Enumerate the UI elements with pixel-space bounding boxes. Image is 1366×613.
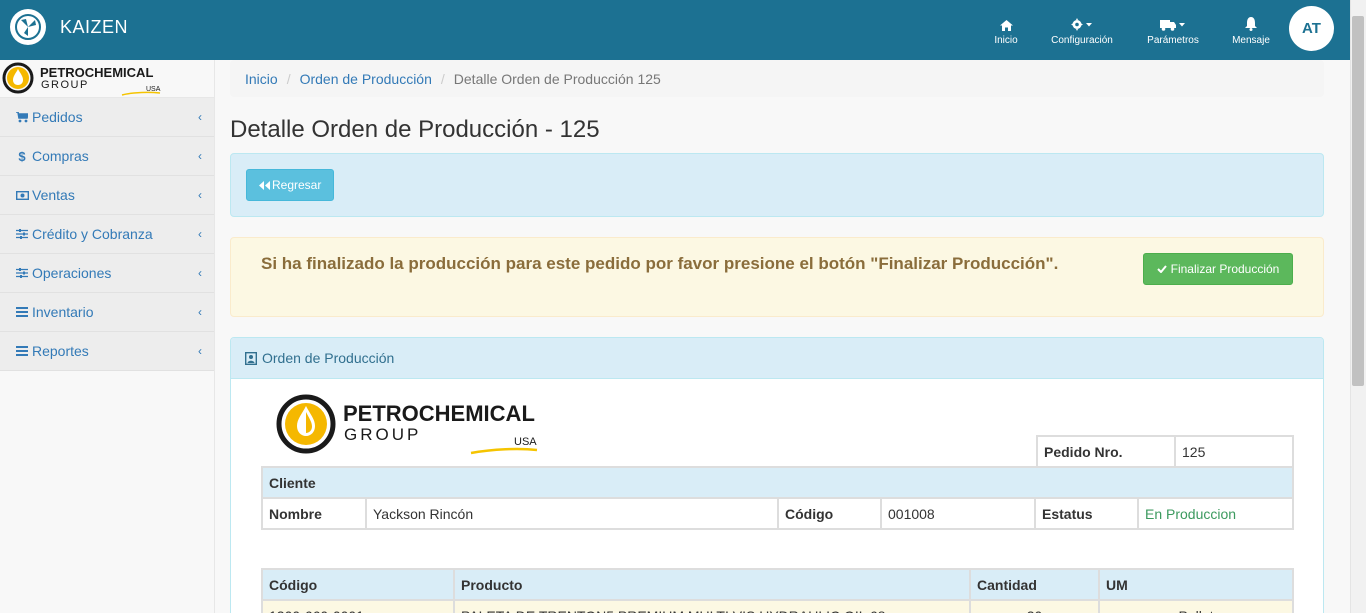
production-order-panel: Orden de Producción PETROCHEMICAL GROUP … bbox=[230, 337, 1324, 613]
column-header-um: UM bbox=[1098, 568, 1294, 601]
nav-inicio[interactable]: Inicio bbox=[988, 0, 1024, 60]
product-code-cell: 1200-660-0001 bbox=[261, 599, 455, 613]
finish-alert: Si ha finalizado la producción para este… bbox=[230, 237, 1324, 317]
sidebar-item-label: Crédito y Cobranza bbox=[32, 226, 153, 242]
client-section-row: Cliente bbox=[261, 466, 1294, 499]
company-logo-name: PETROCHEMICAL bbox=[343, 401, 535, 426]
page-title: Detalle Orden de Producción - 125 bbox=[230, 116, 600, 143]
sidebar-item-label: Compras bbox=[32, 148, 89, 164]
products-table: Código Producto Cantidad UM 1200-660-000… bbox=[261, 568, 1294, 613]
company-logo-region: USA bbox=[514, 436, 537, 448]
client-status-value: En Produccion bbox=[1137, 497, 1294, 530]
breadcrumb-current: Detalle Orden de Producción 125 bbox=[453, 70, 661, 87]
app-title: KAIZEN bbox=[60, 16, 129, 37]
company-logo: PETROCHEMICAL GROUP USA bbox=[275, 393, 545, 455]
chevron-left-icon: ‹ bbox=[198, 188, 202, 202]
client-table: Cliente Nombre Yackson Rincón Código 001… bbox=[261, 466, 1294, 530]
table-row: 1200-660-0001 PALETA DE TRENTON5 PREMIUM… bbox=[261, 599, 1294, 613]
actions-well: Regresar bbox=[230, 153, 1324, 217]
chevron-left-icon: ‹ bbox=[198, 110, 202, 124]
chevron-left-icon: ‹ bbox=[198, 227, 202, 241]
sidebar-item-ventas[interactable]: Ventas ‹ bbox=[0, 176, 214, 215]
chevron-left-icon: ‹ bbox=[198, 149, 202, 163]
order-number-row: Pedido Nro. 125 bbox=[1036, 435, 1294, 468]
client-name-value: Yackson Rincón bbox=[365, 497, 779, 530]
sidebar-item-compras[interactable]: $ Compras ‹ bbox=[0, 137, 214, 176]
panel-title: Orden de Producción bbox=[262, 350, 395, 366]
order-number-label: Pedido Nro. bbox=[1036, 435, 1176, 468]
sidebar-item-label: Operaciones bbox=[32, 265, 112, 281]
gear-icon bbox=[1071, 15, 1093, 31]
cart-icon bbox=[15, 111, 29, 123]
nav-mensaje-label: Mensaje bbox=[1232, 34, 1270, 46]
company-logo-sub: GROUP bbox=[344, 425, 421, 444]
chevron-left-icon: ‹ bbox=[198, 266, 202, 280]
client-info-row: Nombre Yackson Rincón Código 001008 Esta… bbox=[261, 497, 1294, 530]
sidebar-logo-sub: GROUP bbox=[41, 79, 89, 91]
chevron-left-icon: ‹ bbox=[198, 344, 202, 358]
sidebar: PETROCHEMICAL GROUP USA Pedidos ‹ $ Comp… bbox=[0, 60, 215, 613]
breadcrumb-orden-produccion[interactable]: Orden de Producción bbox=[300, 71, 432, 87]
nav-mensaje[interactable]: Mensaje bbox=[1228, 0, 1274, 60]
client-name-label: Nombre bbox=[261, 497, 367, 530]
nav-parametros-label: Parámetros bbox=[1147, 34, 1199, 46]
breadcrumb-separator: / bbox=[440, 70, 445, 87]
sliders-icon bbox=[15, 267, 29, 279]
client-code-label: Código bbox=[777, 497, 882, 530]
chevron-left-icon: ‹ bbox=[198, 305, 202, 319]
nav-inicio-label: Inicio bbox=[994, 34, 1018, 46]
panel-heading: Orden de Producción bbox=[231, 338, 1323, 379]
list-icon bbox=[15, 306, 29, 318]
product-um-cell: Pallet bbox=[1098, 599, 1294, 613]
order-number-value: 125 bbox=[1174, 435, 1294, 468]
sliders-icon bbox=[15, 228, 29, 240]
client-code-value: 001008 bbox=[880, 497, 1036, 530]
products-header-row: Código Producto Cantidad UM bbox=[261, 568, 1294, 601]
breadcrumb: Inicio / Orden de Producción / Detalle O… bbox=[230, 60, 1324, 97]
sidebar-item-credito-cobranza[interactable]: Crédito y Cobranza ‹ bbox=[0, 215, 214, 254]
dollar-icon: $ bbox=[18, 148, 26, 164]
kaizen-logo-icon bbox=[10, 9, 46, 45]
check-icon bbox=[1156, 265, 1167, 273]
bell-icon bbox=[1245, 15, 1257, 31]
brand[interactable]: KAIZEN bbox=[10, 9, 128, 45]
sidebar-item-label: Inventario bbox=[32, 304, 94, 320]
sidebar-item-operaciones[interactable]: Operaciones ‹ bbox=[0, 254, 214, 293]
backward-icon bbox=[259, 180, 270, 190]
contact-card-icon bbox=[244, 351, 258, 365]
nav-configuracion-label: Configuración bbox=[1051, 34, 1113, 46]
back-button-label: Regresar bbox=[272, 178, 322, 192]
user-avatar[interactable]: AT bbox=[1289, 6, 1334, 51]
sidebar-item-label: Pedidos bbox=[32, 109, 83, 125]
nav-configuracion[interactable]: Configuración bbox=[1046, 0, 1118, 60]
scrollbar-thumb[interactable] bbox=[1352, 16, 1364, 386]
product-name-cell: PALETA DE TRENTON5 PREMIUM MULTI VIS HYD… bbox=[453, 599, 971, 613]
top-navbar: KAIZEN Inicio Configuración Parámetros M… bbox=[0, 0, 1350, 60]
sidebar-item-label: Reportes bbox=[32, 343, 89, 359]
breadcrumb-inicio[interactable]: Inicio bbox=[245, 71, 278, 87]
order-number-table: Pedido Nro. 125 bbox=[1036, 435, 1294, 468]
product-quantity-cell: 20 bbox=[969, 599, 1100, 613]
sidebar-item-label: Ventas bbox=[32, 187, 75, 203]
column-header-producto: Producto bbox=[453, 568, 971, 601]
finish-production-label: Finalizar Producción bbox=[1170, 262, 1280, 276]
list-icon bbox=[15, 345, 29, 357]
sidebar-item-inventario[interactable]: Inventario ‹ bbox=[0, 293, 214, 332]
money-icon bbox=[15, 189, 29, 201]
sidebar-logo[interactable]: PETROCHEMICAL GROUP USA bbox=[0, 60, 214, 98]
nav-parametros[interactable]: Parámetros bbox=[1142, 0, 1204, 60]
sidebar-item-reportes[interactable]: Reportes ‹ bbox=[0, 332, 214, 371]
column-header-cantidad: Cantidad bbox=[969, 568, 1100, 601]
back-button[interactable]: Regresar bbox=[246, 169, 335, 201]
client-status-label: Estatus bbox=[1034, 497, 1139, 530]
client-section-title: Cliente bbox=[261, 466, 1294, 499]
truck-icon bbox=[1160, 15, 1186, 31]
sidebar-item-pedidos[interactable]: Pedidos ‹ bbox=[0, 98, 214, 137]
column-header-codigo: Código bbox=[261, 568, 455, 601]
sidebar-logo-name: PETROCHEMICAL bbox=[40, 65, 153, 80]
breadcrumb-separator: / bbox=[286, 70, 291, 87]
finish-production-button[interactable]: Finalizar Producción bbox=[1143, 253, 1293, 285]
alert-message: Si ha finalizado la producción para este… bbox=[261, 254, 1059, 273]
home-icon bbox=[999, 15, 1013, 31]
